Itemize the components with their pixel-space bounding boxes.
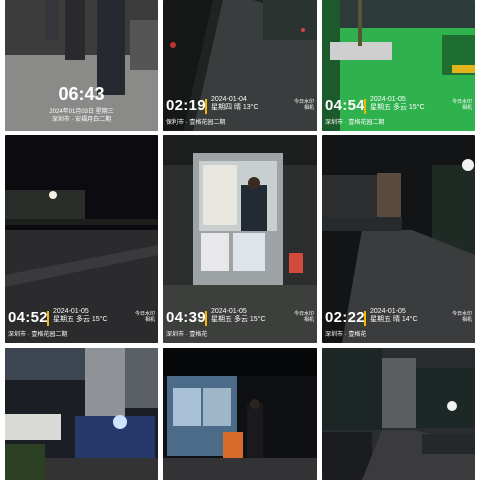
photo-location: 保利市 · 壹格花园二期 (166, 120, 226, 126)
watermark-brand: 今日水印 相机 (134, 311, 155, 323)
watermark-stamp: 02:22 2024-01-05 星期五 晴 14°C 深圳市 · 壹格花 今日… (322, 301, 475, 343)
photo-location: 深圳市 · 壹格花园二期 (325, 120, 385, 126)
watermark-brand: 今日水印 相机 (451, 311, 472, 323)
divider-bar (47, 311, 49, 326)
photo-time: 02:19 (166, 97, 206, 114)
photo-image (5, 348, 158, 480)
photo-location: 深圳市 · 壹格花 (166, 332, 208, 338)
photo-weather: 星期五 多云 15°C (370, 104, 425, 111)
photo-time: 04:39 (166, 309, 206, 326)
photo-image (322, 348, 475, 480)
photo-tile-8[interactable] (163, 348, 317, 480)
watermark-brand: 今日水印 相机 (293, 99, 314, 111)
photo-tile-6[interactable]: 02:22 2024-01-05 星期五 晴 14°C 深圳市 · 壹格花 今日… (322, 135, 475, 343)
photo-tile-3[interactable]: 04:54 2024-01-05 星期五 多云 15°C 深圳市 · 壹格花园二… (322, 0, 475, 131)
divider-bar (364, 311, 366, 326)
divider-bar (205, 311, 207, 326)
watermark-stamp: 02:19 2024-01-04 星期四 晴 13°C 保利市 · 壹格花园二期… (163, 89, 317, 131)
watermark-brand: 今日水印 相机 (293, 311, 314, 323)
divider-bar (364, 99, 366, 114)
photo-weather: 星期四 晴 13°C (211, 104, 259, 111)
photo-tile-5[interactable]: 04:39 2024-01-05 星期五 多云 15°C 深圳市 · 壹格花 今… (163, 135, 317, 343)
watermark-brand: 今日水印 相机 (451, 99, 472, 111)
photo-image (163, 348, 317, 480)
photo-location: 深圳市 · 安福月白二期 (51, 117, 112, 123)
photo-time: 06:43 (58, 84, 105, 104)
photo-location: 深圳市 · 壹格花园二期 (8, 332, 68, 338)
photo-tile-4[interactable]: 04:52 2024-01-05 星期五 多云 15°C 深圳市 · 壹格花园二… (5, 135, 158, 343)
photo-weather: 星期五 多云 15°C (211, 316, 266, 323)
photo-tile-1[interactable]: 06:43 2024年01月03日 星期三 深圳市 · 安福月白二期 (5, 0, 158, 131)
watermark-stamp: 04:39 2024-01-05 星期五 多云 15°C 深圳市 · 壹格花 今… (163, 301, 317, 343)
watermark-stamp: 04:54 2024-01-05 星期五 多云 15°C 深圳市 · 壹格花园二… (322, 89, 475, 131)
photo-time: 04:52 (8, 309, 48, 326)
photo-tile-7[interactable] (5, 348, 158, 480)
photo-location: 深圳市 · 壹格花 (325, 332, 367, 338)
photo-time: 04:54 (325, 97, 365, 114)
photo-weather: 星期五 多云 15°C (53, 316, 108, 323)
divider-bar (205, 99, 207, 114)
photo-tile-2[interactable]: 02:19 2024-01-04 星期四 晴 13°C 保利市 · 壹格花园二期… (163, 0, 317, 131)
photo-tile-9[interactable] (322, 348, 475, 480)
watermark-stamp: 04:52 2024-01-05 星期五 多云 15°C 深圳市 · 壹格花园二… (5, 301, 158, 343)
photo-time: 02:22 (325, 309, 365, 326)
photo-weather: 星期五 晴 14°C (370, 316, 418, 323)
